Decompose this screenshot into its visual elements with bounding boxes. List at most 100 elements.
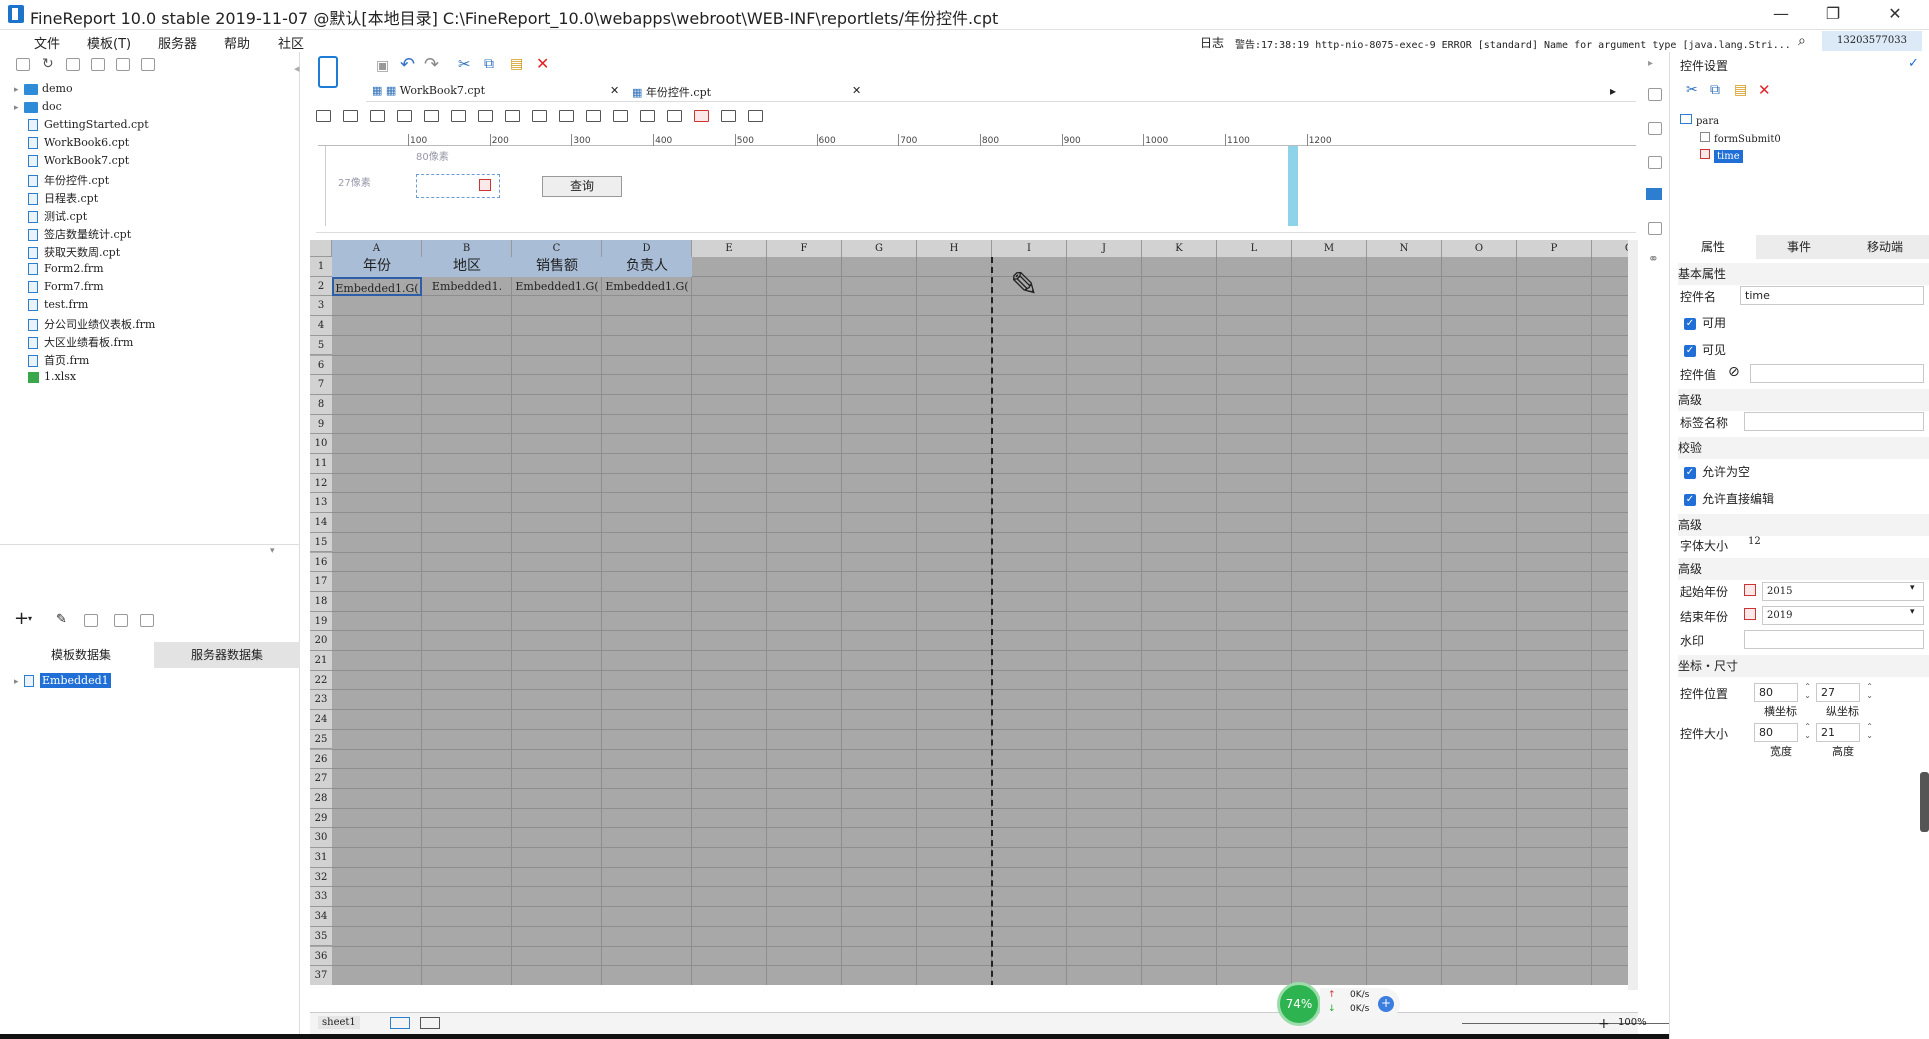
- section-basic[interactable]: 基本属性: [1678, 263, 1929, 285]
- tree-file[interactable]: GettingStarted.cpt: [28, 118, 149, 136]
- row-header[interactable]: 5: [310, 335, 332, 356]
- year-control-widget[interactable]: [416, 174, 500, 198]
- column-header[interactable]: I: [992, 240, 1067, 257]
- row-header[interactable]: 37: [310, 966, 332, 985]
- delete-file-icon[interactable]: [116, 58, 130, 71]
- data-cell[interactable]: Embedded1.G(: [332, 276, 422, 297]
- row-header[interactable]: 3: [310, 296, 332, 317]
- tree-formsubmit[interactable]: formSubmit0: [1700, 132, 1781, 145]
- widget-type-icon[interactable]: [343, 110, 358, 122]
- row-header[interactable]: 14: [310, 513, 332, 533]
- widget-type-icon[interactable]: [640, 110, 655, 122]
- row-header[interactable]: 34: [310, 907, 332, 927]
- edit-dataset-icon[interactable]: ✎: [56, 612, 67, 627]
- tab-properties[interactable]: 属性: [1670, 235, 1756, 259]
- minimize-button[interactable]: —: [1756, 0, 1806, 30]
- template-type-icon[interactable]: [318, 56, 338, 88]
- tree-file[interactable]: 日程表.cpt: [28, 190, 98, 208]
- tree-file[interactable]: 签店数量统计.cpt: [28, 226, 131, 244]
- column-header[interactable]: N: [1367, 240, 1442, 257]
- row-header[interactable]: 6: [310, 355, 332, 376]
- watermark-field[interactable]: [1744, 630, 1924, 649]
- tree-file-xlsx[interactable]: 1.xlsx: [28, 370, 76, 388]
- widget-type-icon[interactable]: [424, 110, 439, 122]
- widget-type-icon[interactable]: [559, 110, 574, 122]
- row-header[interactable]: 1: [310, 257, 332, 277]
- dataset-item[interactable]: ▸ Embedded1: [14, 673, 111, 692]
- row-header[interactable]: 11: [310, 454, 332, 474]
- pin-icon[interactable]: ✓: [1908, 56, 1919, 71]
- row-header[interactable]: 24: [310, 710, 332, 730]
- menu-template[interactable]: 模板(T): [87, 33, 131, 52]
- tree-file[interactable]: 大区业绩看板.frm: [28, 334, 133, 352]
- row-header[interactable]: 29: [310, 808, 332, 829]
- tab-server-dataset[interactable]: 服务器数据集: [154, 642, 300, 668]
- height-field[interactable]: 21: [1816, 722, 1873, 742]
- tree-time[interactable]: time: [1700, 149, 1743, 163]
- menu-help[interactable]: 帮助: [224, 33, 250, 52]
- paste-widget-icon[interactable]: ▤: [1734, 82, 1747, 98]
- row-header[interactable]: 16: [310, 552, 332, 573]
- row-header[interactable]: 30: [310, 828, 332, 848]
- pos-x-field[interactable]: 80: [1754, 682, 1811, 702]
- collapse-left-icon[interactable]: ◂: [294, 62, 300, 75]
- expand-icon[interactable]: ▸: [14, 677, 24, 687]
- search-icon[interactable]: ⌕: [1798, 33, 1806, 49]
- row-header[interactable]: 15: [310, 532, 332, 553]
- column-header[interactable]: Q: [1592, 240, 1630, 257]
- tree-file[interactable]: test.frm: [28, 298, 88, 316]
- row-header[interactable]: 23: [310, 690, 332, 711]
- tab-year-control[interactable]: ▦ 年份控件.cpt: [632, 84, 711, 106]
- tab-mobile[interactable]: 移动端: [1842, 235, 1928, 259]
- width-field[interactable]: 80: [1754, 722, 1811, 742]
- column-header[interactable]: J: [1067, 240, 1142, 257]
- log-label[interactable]: 日志: [1200, 34, 1224, 51]
- widget-type-icon[interactable]: [316, 110, 331, 122]
- header-cell[interactable]: 年份: [332, 257, 422, 277]
- user-account[interactable]: 13203577033: [1822, 31, 1922, 51]
- widget-type-icon[interactable]: [505, 110, 520, 122]
- panel-scrollbar[interactable]: [1920, 772, 1929, 832]
- widget-type-icon[interactable]: [748, 110, 763, 122]
- menu-community[interactable]: 社区: [278, 33, 304, 52]
- expand-icon[interactable]: ▸: [14, 103, 24, 113]
- column-header[interactable]: D: [602, 240, 692, 257]
- tab-events[interactable]: 事件: [1756, 235, 1842, 259]
- tree-file[interactable]: WorkBook7.cpt: [28, 154, 129, 172]
- row-header[interactable]: 4: [310, 316, 332, 336]
- new-folder-icon[interactable]: [16, 58, 30, 71]
- widget-type-icon[interactable]: [694, 110, 709, 122]
- pos-y-field[interactable]: 27: [1816, 682, 1873, 702]
- tree-file[interactable]: 获取天数周.cpt: [28, 244, 120, 262]
- boost-icon[interactable]: +: [1378, 996, 1394, 1012]
- close-window-button[interactable]: ✕: [1870, 0, 1920, 30]
- visible-checkbox[interactable]: ✓ 可见: [1684, 341, 1726, 358]
- widget-type-icon[interactable]: [451, 110, 466, 122]
- row-header[interactable]: 13: [310, 493, 332, 514]
- row-header[interactable]: 27: [310, 769, 332, 789]
- column-header[interactable]: H: [917, 240, 992, 257]
- no-value-icon[interactable]: ⊘: [1728, 364, 1740, 380]
- row-header[interactable]: 35: [310, 926, 332, 947]
- row-header[interactable]: 36: [310, 946, 332, 967]
- sheet-tab[interactable]: sheet1: [318, 1016, 360, 1029]
- tree-file[interactable]: Form2.frm: [28, 262, 104, 280]
- spreadsheet-grid[interactable]: ABCDEFGHIJKLMNOPQ12345678910111213141516…: [310, 240, 1630, 985]
- tree-file[interactable]: Form7.frm: [28, 280, 104, 298]
- tree-file[interactable]: 年份控件.cpt: [28, 172, 109, 190]
- menu-server[interactable]: 服务器: [158, 33, 197, 52]
- row-header[interactable]: 26: [310, 749, 332, 770]
- formula-icon[interactable]: [1744, 608, 1756, 620]
- copy-file-icon[interactable]: [141, 58, 155, 71]
- redo-icon[interactable]: ↷: [424, 54, 439, 75]
- rename-icon[interactable]: [66, 58, 80, 71]
- section-advanced-3[interactable]: 高级: [1678, 558, 1929, 580]
- locate-icon[interactable]: [91, 58, 105, 71]
- widget-name-field[interactable]: time: [1740, 286, 1924, 305]
- formula-icon[interactable]: [1744, 584, 1756, 596]
- row-header[interactable]: 19: [310, 611, 332, 632]
- delete-dataset-icon[interactable]: [84, 614, 98, 627]
- start-year-field[interactable]: 2015: [1762, 582, 1924, 601]
- paste-icon[interactable]: ▤: [510, 56, 523, 72]
- row-header[interactable]: 22: [310, 670, 332, 691]
